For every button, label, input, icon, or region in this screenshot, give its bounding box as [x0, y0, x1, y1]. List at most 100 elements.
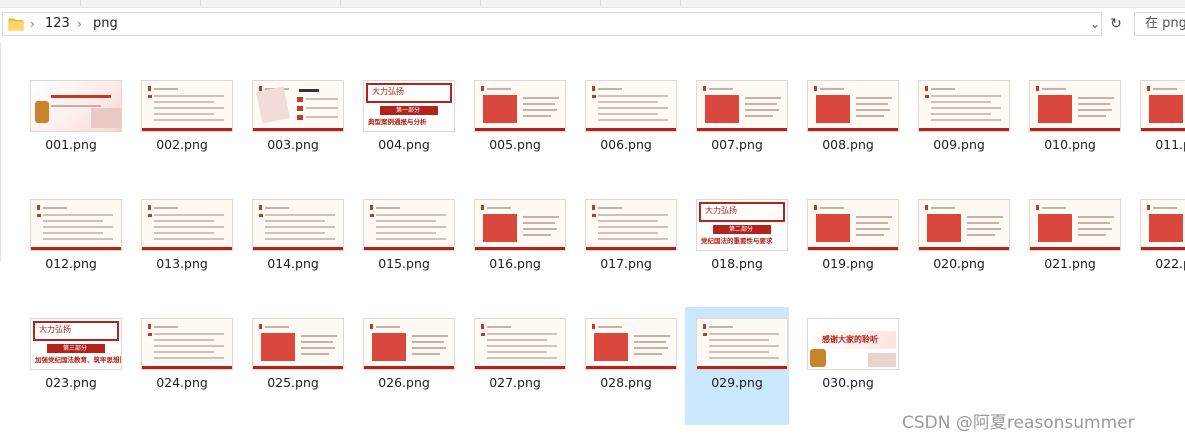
slide-decoration — [967, 234, 995, 236]
slide-decoration — [154, 333, 224, 335]
file-item[interactable]: 010.png — [1018, 69, 1122, 187]
file-item[interactable]: 029.png — [685, 307, 789, 425]
file-item[interactable]: 大力弘扬第三部分加强党纪国法教育、筑牢思想防线 023.png — [19, 307, 123, 425]
chevron-right-icon[interactable]: › — [30, 16, 35, 32]
slide-decoration — [364, 247, 454, 250]
slide-decoration — [43, 207, 67, 209]
file-item[interactable]: 015.png — [352, 188, 456, 306]
file-name[interactable]: 028.png — [574, 376, 678, 390]
file-item[interactable]: 大力弘扬 第一部分 典型案例通报与分析 004.png — [352, 69, 456, 187]
slide-decoration — [931, 107, 1001, 109]
file-name[interactable]: 020.png — [907, 257, 1011, 271]
slide-decoration — [816, 214, 850, 242]
file-name[interactable]: 006.png — [574, 138, 678, 152]
file-item[interactable]: 017.png — [574, 188, 678, 306]
slide-decoration — [808, 128, 898, 131]
file-item[interactable]: 大力弘扬 第二部分 党纪国法的重要性与要求 018.png — [685, 188, 789, 306]
file-item[interactable]: 012.png — [19, 188, 123, 306]
file-name[interactable]: 021.png — [1018, 257, 1122, 271]
file-name[interactable]: 029.png — [685, 376, 789, 390]
slide-decoration — [483, 214, 517, 242]
file-name[interactable]: 002.png — [130, 138, 234, 152]
file-item[interactable]: 005.png — [463, 69, 567, 187]
file-item[interactable]: 021.png — [1018, 188, 1122, 306]
slide-decoration — [634, 347, 668, 349]
file-name[interactable]: 007.png — [685, 138, 789, 152]
address-bar[interactable]: › 123 › png ⌄ — [2, 12, 1102, 36]
file-name[interactable]: 027.png — [463, 376, 567, 390]
file-name[interactable]: 005.png — [463, 138, 567, 152]
slide-decoration — [598, 107, 668, 109]
slide-section-label: 第三部分 — [63, 345, 88, 352]
file-name[interactable]: 024.png — [130, 376, 234, 390]
slide-decoration — [709, 333, 779, 335]
file-item[interactable]: 007.png — [685, 69, 789, 187]
file-item[interactable]: 022.png — [1129, 188, 1185, 306]
slide-section-label: 第二部分 — [729, 226, 754, 233]
slide-decoration — [487, 345, 557, 347]
file-item[interactable]: 020.png — [907, 188, 1011, 306]
search-input[interactable]: 在 png — [1134, 12, 1185, 36]
file-name[interactable]: 004.png — [352, 138, 456, 152]
file-item[interactable]: 025.png — [241, 307, 345, 425]
file-name[interactable]: 013.png — [130, 257, 234, 271]
file-name[interactable]: 023.png — [19, 376, 123, 390]
file-item[interactable]: 006.png — [574, 69, 678, 187]
file-item[interactable]: 014.png — [241, 188, 345, 306]
file-name[interactable]: 003.png — [241, 138, 345, 152]
file-item[interactable]: 027.png — [463, 307, 567, 425]
file-item[interactable]: 008.png — [796, 69, 900, 187]
slide-decoration — [306, 116, 338, 118]
slide-decoration — [1153, 88, 1177, 90]
slide-decoration — [261, 333, 295, 361]
file-name[interactable]: 010.png — [1018, 138, 1122, 152]
file-item[interactable]: 016.png — [463, 188, 567, 306]
file-name[interactable]: 014.png — [241, 257, 345, 271]
slide-decoration — [370, 214, 374, 217]
file-name[interactable]: 030.png — [796, 376, 900, 390]
file-item[interactable]: 011.png — [1129, 69, 1185, 187]
slide-decoration — [745, 97, 781, 99]
pane-divider — [0, 42, 1, 262]
slide-decoration — [43, 238, 113, 240]
slide-decoration — [154, 339, 214, 341]
file-item[interactable]: 028.png — [574, 307, 678, 425]
file-name[interactable]: 018.png — [685, 257, 789, 271]
chevron-right-icon[interactable]: › — [77, 16, 82, 32]
file-name[interactable]: 022.png — [1129, 257, 1185, 271]
file-item[interactable]: 024.png — [130, 307, 234, 425]
file-item[interactable]: 009.png — [907, 69, 1011, 187]
file-name[interactable]: 008.png — [796, 138, 900, 152]
search-placeholder: 在 png — [1145, 16, 1185, 31]
slide-decoration — [259, 205, 262, 210]
chevron-down-icon[interactable]: ⌄ — [1087, 15, 1103, 33]
breadcrumb-item-png[interactable]: png — [93, 16, 118, 32]
file-item[interactable]: 013.png — [130, 188, 234, 306]
file-thumbnail — [585, 80, 677, 132]
file-item[interactable]: 感谢大家的聆听 030.png — [796, 307, 900, 425]
file-item[interactable]: 002.png — [130, 69, 234, 187]
slide-decoration — [598, 113, 658, 115]
slide-decoration — [1078, 109, 1112, 111]
refresh-icon[interactable]: ↻ — [1104, 12, 1128, 36]
slide-decoration — [51, 95, 111, 98]
file-item[interactable]: 026.png — [352, 307, 456, 425]
file-item[interactable]: 003.png — [241, 69, 345, 187]
breadcrumb-item-123[interactable]: 123 — [45, 16, 70, 32]
file-name[interactable]: 011.png — [1129, 138, 1185, 152]
file-name[interactable]: 017.png — [574, 257, 678, 271]
file-name[interactable]: 026.png — [352, 376, 456, 390]
file-name[interactable]: 001.png — [19, 138, 123, 152]
file-name[interactable]: 016.png — [463, 257, 567, 271]
file-item[interactable]: 019.png — [796, 188, 900, 306]
file-name[interactable]: 015.png — [352, 257, 456, 271]
address-bar-row: › 123 › png ⌄ ↻ 在 png — [0, 8, 1185, 42]
file-name[interactable]: 009.png — [907, 138, 1011, 152]
file-name[interactable]: 019.png — [796, 257, 900, 271]
file-item[interactable]: 001.png — [19, 69, 123, 187]
slide-decoration — [148, 205, 151, 210]
slide-decoration — [412, 341, 444, 343]
file-name[interactable]: 025.png — [241, 376, 345, 390]
file-name[interactable]: 012.png — [19, 257, 123, 271]
slide-banner-title: 大力弘扬 — [705, 206, 737, 215]
